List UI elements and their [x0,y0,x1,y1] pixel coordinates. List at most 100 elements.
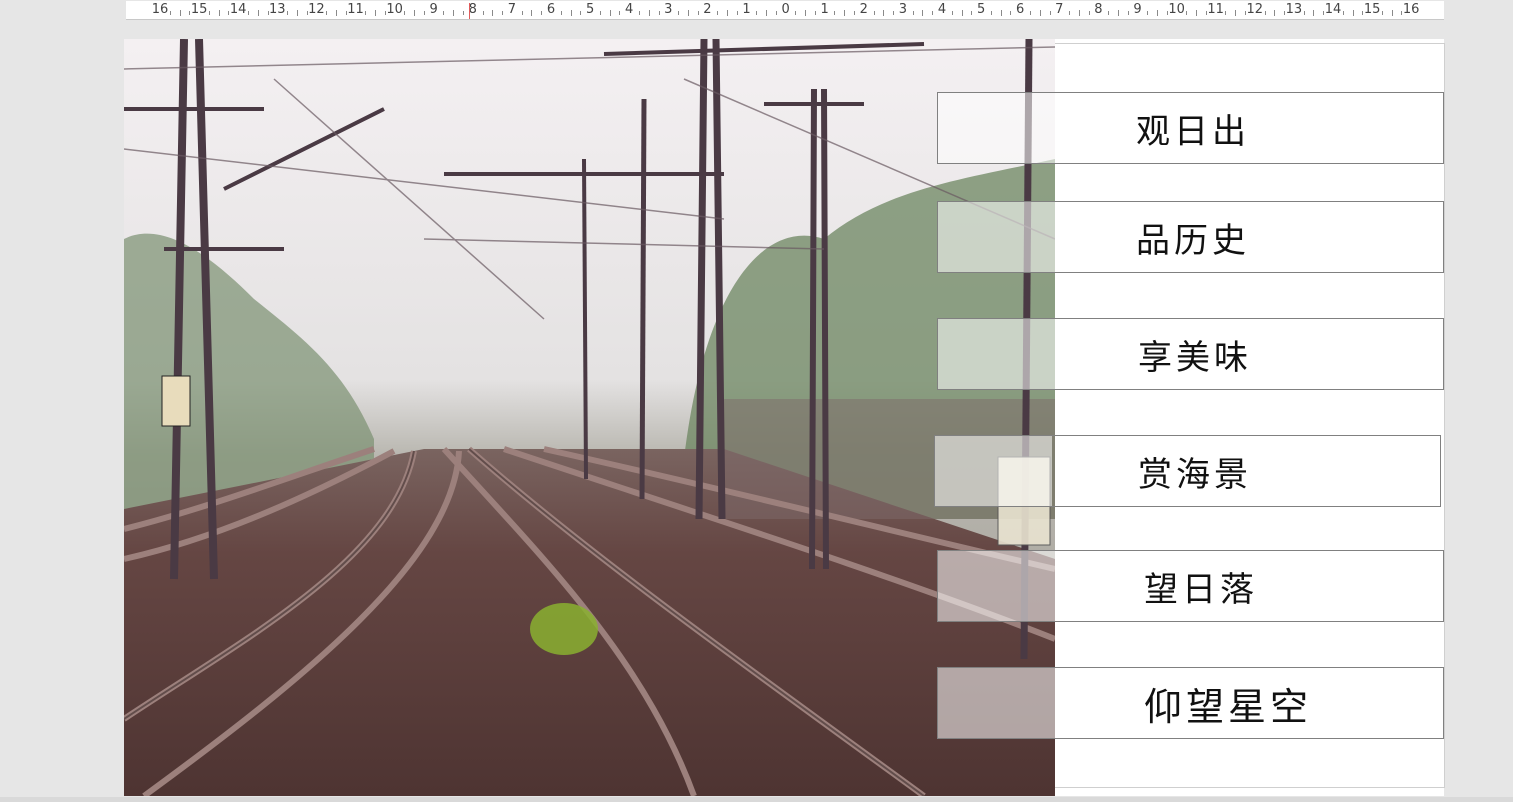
railway-photo-art [124,39,1055,796]
ruler-tick [365,11,367,15]
ruler-position-marker [469,3,470,19]
ruler-tick [287,11,289,15]
ruler-tick [296,10,298,16]
ruler-label: 3 [898,2,908,17]
ruler-tick [541,11,543,15]
item-seascape[interactable]: 赏海景 [934,435,1441,507]
ruler-tick [726,10,728,16]
item-label: 仰望星空 [1144,684,1313,729]
ruler-label: 13 [269,2,286,17]
ruler-tick [1029,11,1031,15]
item-label: 赏海景 [1138,454,1252,495]
ruler-tick [560,11,562,15]
item-veil [935,436,1052,506]
ruler-tick [1235,10,1237,16]
ruler-label: 14 [1324,2,1342,17]
item-history[interactable]: 品历史 [937,201,1444,273]
ruler-tick [502,11,504,15]
ruler-tick [658,11,660,15]
ruler-label: 0 [781,2,790,17]
ruler-tick [1000,10,1002,16]
ruler-tick [912,11,914,15]
ruler-label: 12 [308,2,325,17]
ruler-tick [580,11,582,15]
slide-canvas[interactable]: 观日出 品历史 享美味 赏海景 望日落 仰望星空 [124,39,1445,796]
ruler-tick [1039,10,1041,16]
ruler-tick [609,10,611,16]
ruler-tick [844,10,846,16]
ruler-label: 11 [347,2,364,17]
railway-photo[interactable] [124,39,1055,796]
ruler-label: 16 [1402,2,1420,17]
ruler-tick [638,11,640,15]
ruler-tick [775,11,777,15]
ruler-tick [247,11,249,15]
ruler-tick [1391,10,1393,16]
ruler-label: 1 [742,2,751,17]
ruler-label: 7 [507,2,517,17]
ruler-label: 2 [859,2,868,17]
ruler-tick [570,10,572,16]
ruler-tick [1313,10,1315,16]
ruler-tick [423,11,425,15]
ruler-label: 15 [1363,2,1381,17]
ruler-label: 1 [820,2,829,17]
ruler-tick [814,11,816,15]
ruler-tick [990,11,992,15]
ruler-tick [1078,10,1080,16]
ruler-tick [443,11,445,15]
ruler-tick [1264,11,1266,15]
ruler-label: 13 [1285,2,1303,17]
item-label: 享美味 [1138,337,1252,378]
item-sunrise[interactable]: 观日出 [937,92,1444,164]
ruler-tick [335,10,337,16]
ruler-tick [687,10,689,16]
ruler-tick [169,11,171,15]
ruler-label: 2 [703,2,712,17]
ruler-tick [648,10,650,16]
ruler-tick [1088,11,1090,15]
item-veil [938,93,1055,163]
ruler-tick [179,10,181,16]
ruler-label: 15 [190,2,208,17]
item-sunset[interactable]: 望日落 [937,550,1444,622]
ruler-label: 9 [429,2,438,17]
ruler-tick [1352,10,1354,16]
ruler-tick [717,11,719,15]
ruler-tick [1381,11,1383,15]
ruler-tick [795,11,797,15]
item-label: 品历史 [1136,220,1250,261]
ruler-tick [326,11,328,15]
ruler-tick [932,11,934,15]
ruler-tick [463,11,465,15]
ruler-tick [1342,11,1344,15]
ruler-tick [922,10,924,16]
ruler-tick [873,11,875,15]
ruler-tick [697,11,699,15]
ruler-tick [678,11,680,15]
ruler-label: 12 [1246,2,1264,17]
ruler-tick [208,11,210,15]
ruler-label: 10 [1168,2,1185,17]
item-label: 望日落 [1144,569,1258,610]
ruler-tick [531,10,533,16]
ruler-tick [736,11,738,15]
item-stars[interactable]: 仰望星空 [937,667,1444,739]
bottom-scroll-track[interactable] [0,797,1513,802]
horizontal-ruler: 16 15 14 13 12 11 10 9 8 7 6 5 4 3 2 1 0 1 2 3 4 5 6 7 8 9 10 11 12 1… [126,1,1444,20]
ruler-tick [1147,11,1149,15]
ruler-tick [1108,11,1110,15]
ruler-label: 10 [386,2,403,17]
ruler-tick [375,10,377,16]
item-food[interactable]: 享美味 [937,318,1444,390]
ruler-tick [854,11,856,15]
ruler-tick [1225,11,1227,15]
ruler-tick [766,10,768,16]
ruler-label: 6 [1016,2,1025,17]
item-veil [938,551,1055,621]
ruler-label: 3 [664,2,673,17]
ruler-tick [1117,10,1119,16]
ruler-tick [805,10,807,16]
ruler-label: 7 [1055,2,1064,17]
ruler-label: 16 [151,2,169,17]
